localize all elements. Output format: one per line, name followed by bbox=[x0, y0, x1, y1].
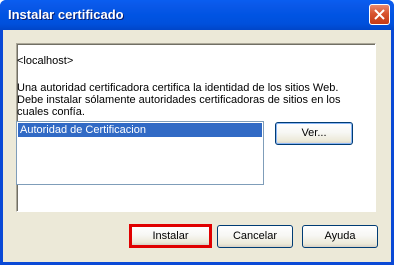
cancel-button[interactable]: Cancelar bbox=[217, 225, 293, 248]
certificate-list[interactable]: Autoridad de Certificacion bbox=[16, 121, 264, 185]
close-icon bbox=[374, 9, 385, 20]
window-title: Instalar certificado bbox=[8, 7, 124, 22]
view-button[interactable]: Ver... bbox=[275, 122, 353, 145]
close-button[interactable] bbox=[369, 4, 390, 25]
install-button[interactable]: Instalar bbox=[129, 224, 212, 248]
dialog-window: Instalar certificado <localhost> Una aut… bbox=[0, 0, 394, 265]
host-label: <localhost> bbox=[17, 55, 74, 67]
title-bar[interactable]: Instalar certificado bbox=[0, 0, 394, 30]
dialog-body: <localhost> Una autoridad certificadora … bbox=[3, 30, 391, 262]
description-text: Una autoridad certificadora certifica la… bbox=[17, 82, 341, 118]
help-button[interactable]: Ayuda bbox=[302, 225, 378, 248]
list-item[interactable]: Autoridad de Certificacion bbox=[18, 123, 262, 137]
